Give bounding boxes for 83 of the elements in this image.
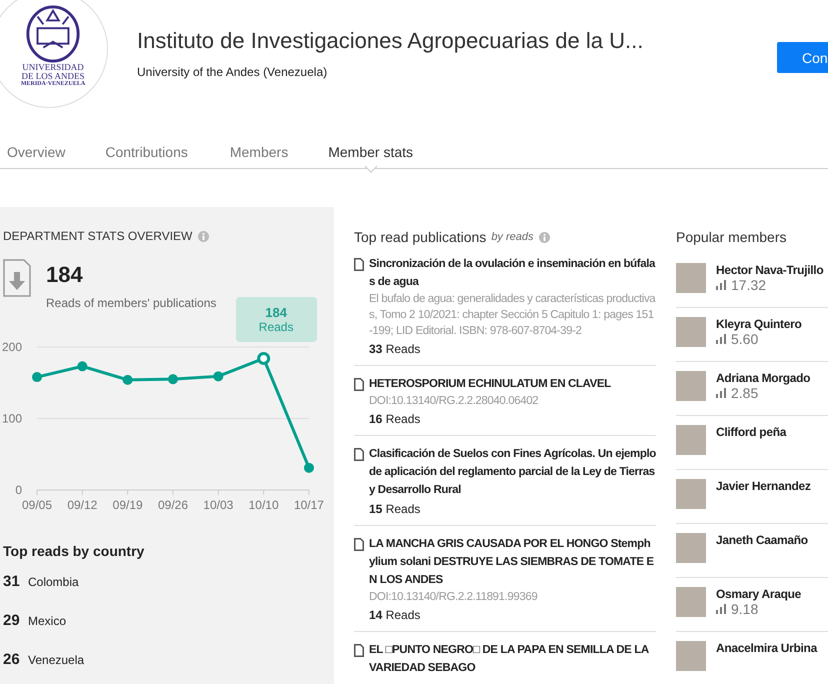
member-score: 9.18 [731,601,758,617]
data-point[interactable] [77,361,88,372]
bar-chart-icon [716,280,727,290]
bar-chart-icon [716,388,727,398]
section-heading: Top read publications [354,229,486,245]
x-axis-label: 09/19 [112,498,143,512]
country-name: Mexico [28,614,66,628]
tab[interactable]: Overview [7,144,66,160]
x-axis-label: 09/05 [22,498,52,512]
publication-title[interactable]: Sincronización de la ovulación e inseminación en búfalas de agua [369,255,656,291]
photo-placeholder[interactable] [676,587,706,617]
photo-placeholder[interactable] [676,641,706,671]
y-axis-label: 0 [15,483,22,497]
publication-title[interactable]: HETEROSPORIUM ECHINULATUM EN CLAVEL [369,375,656,393]
x-axis-label: 10/10 [248,498,279,512]
total-reads-label: Reads of members' publications [46,296,216,310]
data-point[interactable] [32,372,42,382]
country-reads-count: 26 [3,651,20,668]
publication-reads: 33 Reads [369,341,422,358]
document-icon [354,258,364,271]
document-icon [354,448,364,461]
member-score: 2.85 [731,385,758,401]
info-icon[interactable] [538,232,550,242]
tab[interactable]: Contributions [105,144,188,160]
member-score: 5.60 [731,331,758,347]
photo-placeholder[interactable] [676,263,706,293]
tab[interactable]: Members [230,144,288,160]
institution-affiliation: University of the Andes (Venezuela) [137,65,328,79]
member-score: 17.32 [731,277,766,293]
country-name: Colombia [28,575,79,589]
member-name[interactable]: Anacelmira Urbina [716,641,817,655]
bar-chart-icon [716,604,727,614]
document-icon [354,644,364,657]
x-axis-label: 10/17 [294,498,324,512]
highlighted-point[interactable] [257,352,270,365]
country-reads-count: 29 [3,612,20,629]
publication-title[interactable]: LA MANCHA GRIS CAUSADA POR EL HONGO Stemphylium solani DESTRUYE LAS SIEMBRAS DE TOMATE EN LOS ANDES [369,535,656,589]
document-icon [354,378,364,391]
document-icon [354,538,364,551]
publication-details: El bufalo de agua: generalidades y características productivas, Tomo 2 10/2021: chapter Sección 5 Capitulo 1: pages 151-199; LID Editorial. ISBN: 978-607-8704-39-2 [369,292,656,339]
institution-title: Instituto de Investigaciones Agropecuarias de la U... [137,28,644,54]
section-heading: DEPARTMENT STATS OVERVIEW [3,229,192,243]
section-heading: Top reads by country [3,543,146,559]
photo-placeholder[interactable] [676,533,706,563]
document-download-icon [3,259,31,297]
member-name[interactable]: Osmary Araque [716,587,802,601]
publication-title[interactable]: Clasificación de Suelos con Fines Agrícolas. Un ejemplo de aplicación del reglamento parcial de la Ley de Tierras y Desarrollo Rural [369,445,656,499]
photo-placeholder[interactable] [676,479,706,509]
publication-title[interactable]: EL □PUNTO NEGRO□ DE LA PAPA EN SEMILLA DE LA VARIEDAD SEBAGO [369,641,656,677]
photo-placeholder[interactable] [676,317,706,347]
tab[interactable]: Member stats [328,144,414,160]
member-name[interactable]: Hector Nava-Trujillo [716,263,824,277]
data-point[interactable] [122,374,133,385]
data-point[interactable] [168,374,178,384]
country-reads-count: 31 [3,573,20,590]
y-axis-label: 200 [2,340,22,354]
publication-details: DOI:10.13140/RG.2.2.28040.06402 [369,394,540,409]
country-name: Venezuela [28,653,84,667]
connect-button[interactable]: Con [777,42,828,73]
y-axis-label: 100 [2,412,22,426]
chart-tooltip: 184 Reads [236,297,317,342]
section-heading: Popular members [676,229,788,245]
data-point[interactable] [213,371,224,382]
photo-placeholder[interactable] [676,371,706,401]
member-name[interactable]: Clifford peña [716,425,786,439]
x-axis-label: 09/12 [67,498,98,512]
data-point[interactable] [304,462,314,473]
publication-reads: 14 Reads [369,607,422,624]
x-axis-label: 10/03 [203,498,234,512]
publication-reads: 15 Reads [369,501,422,518]
sort-note: by reads [491,231,534,243]
publication-details: DOI:10.13140/RG.2.2.11891.99369 [369,590,538,605]
info-icon[interactable] [198,230,210,242]
member-name[interactable]: Janeth Caamaño [716,533,808,547]
member-name[interactable]: Javier Hernandez [716,479,811,493]
crest-icon [24,5,82,63]
member-name[interactable]: Kleyra Quintero [716,317,802,331]
bar-chart-icon [716,334,727,344]
photo-placeholder[interactable] [676,425,706,455]
publication-reads: 16 Reads [369,411,422,428]
total-reads: 184 [46,262,84,288]
x-axis-label: 09/26 [158,498,188,512]
member-name[interactable]: Adriana Morgado [716,371,810,385]
